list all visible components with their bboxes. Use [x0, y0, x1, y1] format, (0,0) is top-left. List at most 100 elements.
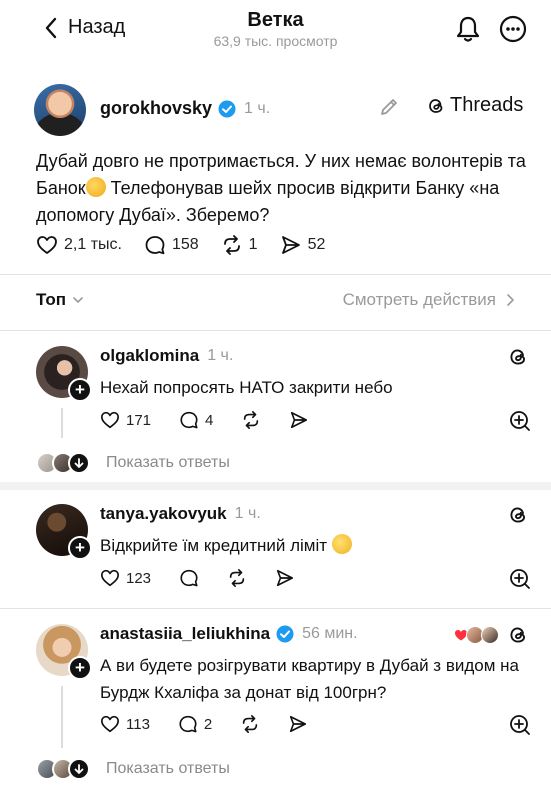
share-button[interactable] — [288, 714, 308, 734]
threads-link[interactable]: Threads — [426, 94, 523, 117]
likes-count: 113 — [126, 715, 150, 733]
sort-label: Топ — [36, 290, 66, 309]
comment-username[interactable]: olgaklomina — [100, 346, 199, 366]
comment-author: tanya.yakovyuk 1 ч. — [100, 504, 261, 524]
repost-icon — [229, 569, 245, 587]
share-button[interactable] — [275, 568, 295, 588]
author-liked-indicator — [454, 626, 499, 644]
avatar[interactable]: + — [36, 504, 92, 560]
share-icon — [291, 411, 308, 429]
threads-icon[interactable] — [507, 346, 529, 368]
replies-count: 4 — [205, 411, 214, 429]
follow-button[interactable]: + — [68, 656, 92, 680]
more-icon[interactable] — [498, 14, 528, 44]
sort-row: Топ Смотреть действия — [0, 286, 551, 316]
show-replies-row[interactable]: Показать ответы — [36, 452, 230, 474]
chevron-right-icon — [507, 294, 515, 306]
sort-dropdown[interactable]: Топ — [36, 290, 84, 310]
comment-text: Нехай попросять НАТО закрити небо — [100, 378, 393, 397]
comment-button[interactable]: 4 — [179, 410, 213, 430]
repost-button[interactable] — [240, 714, 260, 734]
avatar[interactable]: + — [36, 346, 92, 402]
shares-count: 52 — [307, 236, 326, 253]
comment-text-body: Відкрийте їм кредитний ліміт — [100, 536, 328, 555]
avatar[interactable] — [34, 84, 86, 136]
thread-line — [61, 408, 63, 438]
show-replies-row[interactable]: Показать ответы — [36, 758, 230, 780]
divider — [0, 330, 551, 331]
comment: + olgaklomina 1 ч. Нехай попросять НАТО … — [0, 346, 551, 478]
post-actions: 2,1 тыс. 158 1 52 — [36, 234, 347, 256]
comment-username[interactable]: anastasiia_leliukhina — [100, 624, 270, 644]
share-button[interactable]: 52 — [280, 234, 326, 256]
add-icon[interactable] — [509, 714, 531, 736]
comment-icon — [180, 411, 198, 429]
threads-icon[interactable] — [507, 504, 529, 526]
like-button[interactable]: 113 — [100, 714, 150, 734]
comment-icon — [180, 569, 198, 587]
comments-count: 158 — [171, 236, 199, 253]
threads-label: Threads — [450, 94, 524, 116]
thinking-emoji-icon — [85, 177, 106, 197]
threads-icon — [429, 98, 443, 113]
add-icon[interactable] — [509, 410, 531, 432]
show-replies-label: Показать ответы — [106, 760, 230, 777]
comment-username[interactable]: tanya.yakovyuk — [100, 504, 227, 524]
follow-button[interactable]: + — [68, 536, 92, 560]
heart-icon — [101, 569, 119, 587]
divider — [0, 274, 551, 275]
share-icon — [276, 569, 294, 587]
heart-icon — [101, 715, 119, 733]
replies-count: 2 — [203, 715, 213, 733]
reposts-count: 1 — [248, 236, 258, 253]
comment-time: 1 ч. — [207, 347, 234, 364]
like-button[interactable]: 171 — [100, 410, 151, 430]
comment-button[interactable] — [179, 568, 199, 588]
repost-button[interactable] — [227, 568, 247, 588]
bell-icon[interactable] — [453, 14, 483, 44]
threads-icon[interactable] — [507, 624, 529, 646]
share-icon — [290, 715, 307, 733]
activity-label: Смотреть действия — [342, 290, 496, 309]
comment-time: 1 ч. — [234, 505, 261, 522]
chevron-down-icon — [73, 297, 83, 304]
like-button[interactable]: 2,1 тыс. — [36, 234, 122, 256]
comment-button[interactable]: 158 — [144, 234, 199, 256]
comment-time: 56 мин. — [302, 625, 358, 642]
comment-icon — [179, 715, 197, 733]
show-replies-label: Показать ответы — [106, 454, 230, 471]
top-bar: Назад Ветка 63,9 тыс. просмотр — [0, 0, 551, 60]
divider — [0, 608, 551, 609]
pencil-icon[interactable] — [378, 96, 400, 118]
share-button[interactable] — [289, 410, 309, 430]
repost-button[interactable]: 1 — [221, 234, 258, 256]
comment-author: olgaklomina 1 ч. — [100, 346, 233, 366]
comment-author: anastasiia_leliukhina 56 мин. — [100, 624, 358, 644]
post-username[interactable]: gorokhovsky — [100, 98, 212, 119]
comment: + tanya.yakovyuk 1 ч. Відкрийте їм креди… — [0, 504, 551, 604]
avatar[interactable]: + — [36, 624, 92, 680]
comment-text: Відкрийте їм кредитний ліміт — [100, 532, 520, 559]
comment-actions: 123 — [100, 568, 323, 588]
comment-actions: 113 2 — [100, 714, 336, 734]
share-icon — [281, 236, 300, 254]
post-text-part2: Телефонував шейх просив відкрити Банку «… — [36, 178, 500, 225]
comment-icon — [145, 236, 165, 255]
verified-badge-icon — [276, 625, 294, 643]
verified-badge-icon — [218, 100, 236, 117]
avatar — [481, 626, 499, 644]
add-icon[interactable] — [509, 568, 531, 590]
repost-icon — [244, 411, 259, 429]
comment-button[interactable]: 2 — [178, 714, 212, 734]
heart-icon — [101, 411, 119, 429]
comment-text: А ви будете розігрувати квартиру в Дубай… — [100, 656, 519, 702]
arrow-down-icon — [68, 452, 90, 474]
grinning-sweat-emoji-icon — [331, 534, 352, 554]
repost-icon — [243, 715, 258, 733]
follow-button[interactable]: + — [68, 378, 92, 402]
repost-button[interactable] — [241, 410, 261, 430]
view-activity-link[interactable]: Смотреть действия — [343, 290, 515, 310]
likes-count: 2,1 тыс. — [64, 236, 122, 253]
likes-count: 123 — [126, 569, 152, 587]
like-button[interactable]: 123 — [100, 568, 151, 588]
